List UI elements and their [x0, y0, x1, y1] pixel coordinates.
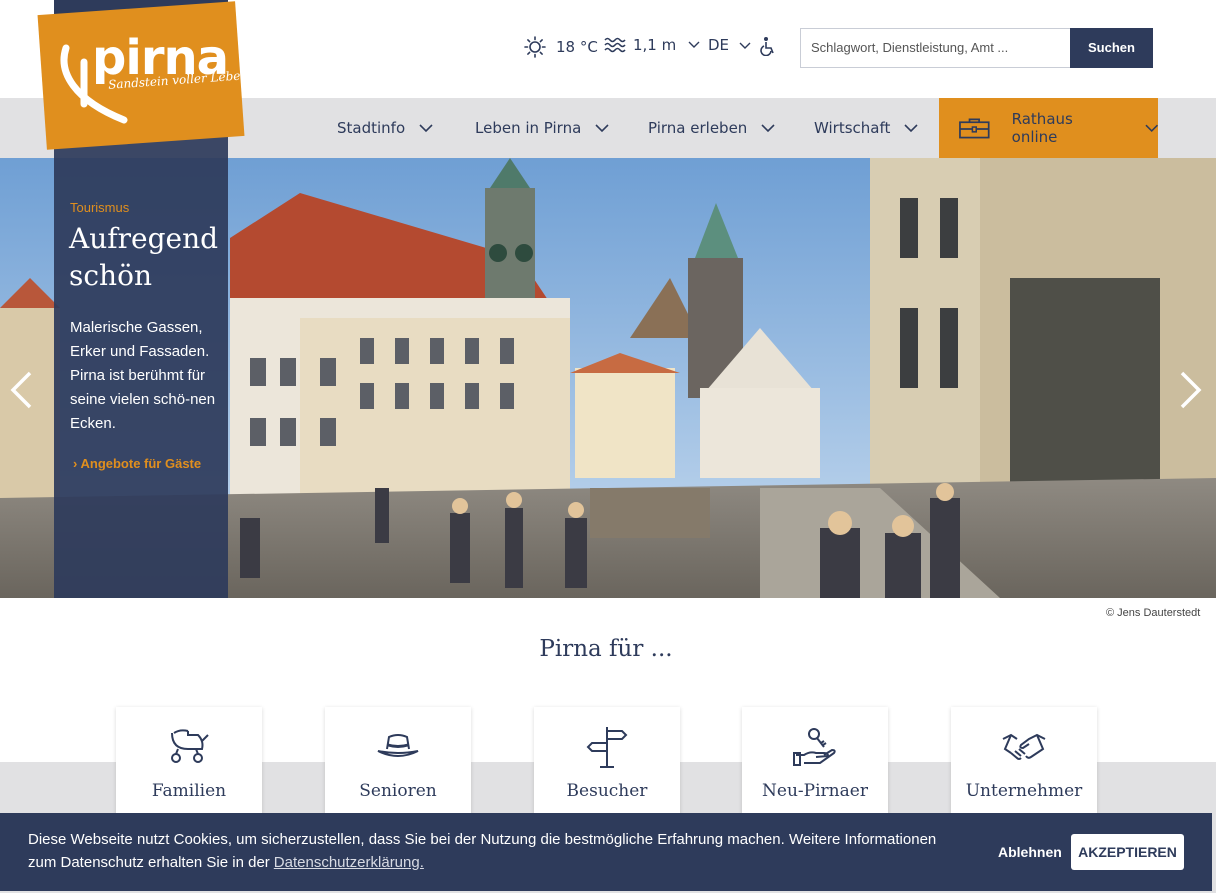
cookie-banner: Diese Webseite nutzt Cookies, um sicherz…: [0, 813, 1212, 891]
audience-card-besucher[interactable]: Besucher: [534, 707, 680, 827]
card-label: Senioren: [359, 781, 437, 801]
nav-label: Wirtschaft: [814, 119, 891, 137]
search-input[interactable]: Schlagwort, Dienstleistung, Amt ...: [800, 28, 1071, 68]
audience-card-neu-pirnaer[interactable]: Neu-Pirnaer: [742, 707, 888, 827]
nav-item-wirtschaft[interactable]: Wirtschaft: [814, 98, 918, 158]
accessibility-menu[interactable]: [739, 36, 775, 56]
chevron-down-icon: [688, 41, 700, 48]
signpost-icon: [586, 727, 628, 768]
card-label: Unternehmer: [965, 781, 1083, 801]
nav-label: Pirna erleben: [648, 119, 748, 137]
stroller-icon: [171, 729, 209, 763]
card-label: Besucher: [566, 781, 648, 801]
hero-link-label: Angebote für Gäste: [80, 456, 202, 471]
weather-widget[interactable]: 18 °C: [524, 36, 598, 58]
nav-item-leben-in-pirna[interactable]: Leben in Pirna: [475, 98, 609, 158]
slider-prev-icon[interactable]: [8, 370, 34, 410]
audience-card-familien[interactable]: Familien: [116, 707, 262, 827]
section-title: Pirna für ...: [539, 636, 673, 662]
decline-button[interactable]: Ablehnen: [998, 844, 1062, 860]
water-level: 1,1 m: [633, 36, 677, 54]
handshake-icon: [1002, 733, 1046, 760]
card-label: Familien: [151, 781, 227, 801]
audience-card-senioren[interactable]: Senioren: [325, 707, 471, 827]
language-label: DE: [708, 36, 730, 54]
chevron-down-icon: [595, 123, 609, 132]
nav-item-pirna-erleben[interactable]: Pirna erleben: [648, 98, 775, 158]
photo-credit: © Jens Dauterstedt: [1106, 607, 1201, 619]
cookie-text: Diese Webseite nutzt Cookies, um sicherz…: [28, 828, 968, 874]
nav-item-rathaus-online[interactable]: Rathaus online: [939, 98, 1158, 158]
briefcase-icon: [959, 118, 990, 139]
weather-temp: 18 °C: [556, 38, 598, 56]
hero-category: Tourismus: [70, 200, 130, 215]
chevron-down-icon: [419, 123, 433, 132]
chevron-down-icon: [1145, 124, 1158, 132]
nav-label: Stadtinfo: [337, 119, 406, 137]
chevron-down-icon: [761, 123, 775, 132]
nav-label: Rathaus online: [1011, 110, 1073, 146]
nav-item-stadtinfo[interactable]: Stadtinfo: [337, 98, 433, 158]
cookie-message: Diese Webseite nutzt Cookies, um sicherz…: [28, 831, 937, 871]
card-label: Neu-Pirnaer: [762, 781, 868, 801]
waves-icon: [604, 37, 626, 53]
hero-offers-link[interactable]: › Angebote für Gäste: [73, 456, 201, 471]
sun-icon: [524, 36, 546, 58]
key-hand-icon: [793, 728, 836, 766]
nav-label: Leben in Pirna: [475, 119, 582, 137]
accept-button[interactable]: AKZEPTIEREN: [1071, 834, 1184, 870]
chevron-down-icon: [904, 123, 918, 132]
language-select[interactable]: DE: [688, 36, 729, 54]
privacy-policy-link[interactable]: Datenschutzerklärung.: [274, 854, 424, 871]
hat-icon: [377, 734, 419, 757]
hero-text: Malerische Gassen, Erker und Fassaden. P…: [70, 319, 216, 432]
search-button[interactable]: Suchen: [1070, 28, 1153, 68]
slider-next-icon[interactable]: [1178, 370, 1204, 410]
chevron-right-icon: ›: [73, 456, 78, 471]
chevron-down-icon: [739, 42, 751, 49]
wheelchair-icon: [760, 37, 774, 56]
audience-card-unternehmer[interactable]: Unternehmer: [951, 707, 1097, 827]
water-level-widget[interactable]: 1,1 m: [604, 36, 676, 54]
hero-title: Aufregend schön: [69, 222, 219, 292]
